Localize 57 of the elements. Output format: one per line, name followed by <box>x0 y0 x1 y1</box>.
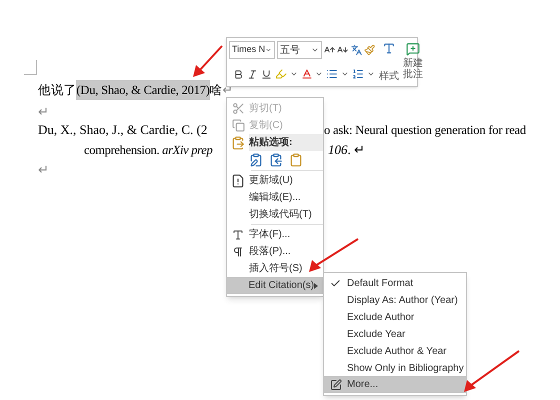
menu-item[interactable]: More... <box>324 376 466 393</box>
menu-item[interactable]: Edit Citation(s) <box>227 277 323 294</box>
pointer-arrow <box>193 45 223 77</box>
menu-item[interactable]: 更新域(U) <box>227 172 323 189</box>
menu-item[interactable]: 插入符号(S) <box>227 260 323 277</box>
font-name-field[interactable]: Times N <box>229 41 275 59</box>
clipboard-icon <box>231 136 245 150</box>
paragraph-mark: ↵ <box>38 162 49 177</box>
menu-header: 粘贴选项: <box>249 134 323 151</box>
paragraph-mark: ↵ <box>38 104 49 119</box>
phonetic-guide-icon[interactable] <box>350 44 362 56</box>
font-size-field[interactable]: 五号 <box>277 41 322 59</box>
italic-icon[interactable] <box>246 68 258 80</box>
numbering-icon[interactable] <box>352 68 364 80</box>
caret-icon[interactable] <box>341 70 350 78</box>
menu-item[interactable]: 编辑域(E)... <box>227 189 323 206</box>
selected-citation: (Du, Shao, & Cardie, 2017) <box>76 80 210 100</box>
menu-item[interactable]: 切换域代码(T) <box>227 206 323 223</box>
menu-item[interactable]: Display As: Author (Year) <box>324 292 466 309</box>
body-text: 啥 <box>210 82 223 99</box>
pointer-arrow <box>464 350 520 392</box>
caret-icon[interactable] <box>311 46 320 54</box>
comment-edit-icon <box>330 378 342 390</box>
scissors-icon <box>232 102 244 115</box>
new-comment-icon[interactable] <box>406 42 420 56</box>
styles-icon[interactable] <box>382 42 396 55</box>
font-icon <box>232 228 244 240</box>
menu-item[interactable]: Default Format <box>324 275 466 292</box>
font-color-icon[interactable] <box>300 68 312 80</box>
paste-merge-format-icon[interactable] <box>269 153 283 167</box>
body-text: 他说了 <box>38 82 76 99</box>
menu-item[interactable]: Exclude Year <box>324 326 466 343</box>
copy-icon <box>232 119 244 132</box>
menu-item[interactable]: Exclude Author & Year <box>324 343 466 360</box>
underline-icon[interactable] <box>260 68 272 80</box>
caret-icon[interactable] <box>265 46 272 54</box>
reference-text: comprehension. arXiv prep <box>84 142 214 159</box>
paragraph-icon <box>232 246 244 258</box>
paste-text-only-icon[interactable] <box>289 153 303 167</box>
submenu-arrow-icon <box>314 282 318 288</box>
bold-icon[interactable] <box>233 68 244 80</box>
menu-item[interactable]: Show Only in Bibliography <box>324 360 466 377</box>
caret-icon[interactable] <box>367 70 375 78</box>
new-comment-label[interactable]: 新建批注 <box>403 58 423 80</box>
menu-item[interactable]: Exclude Author <box>324 309 466 326</box>
caret-icon[interactable] <box>315 70 324 78</box>
menu-item[interactable]: 字体(F)... <box>227 226 323 243</box>
format-painter-icon[interactable] <box>364 44 376 56</box>
reference-text: o ask: Neural question generation for read <box>324 122 526 139</box>
reference-text: Du, X., Shao, J., & Cardie, C. (2 <box>38 121 208 139</box>
document-icon <box>231 174 245 188</box>
caret-icon[interactable] <box>290 70 298 78</box>
reference-text: 106. ↵ <box>328 141 365 159</box>
menu-item[interactable]: 段落(P)... <box>227 243 323 260</box>
styles-label[interactable]: 样式 <box>379 69 399 84</box>
paste-keep-format-icon[interactable] <box>249 153 263 167</box>
pointer-arrow <box>309 238 359 272</box>
